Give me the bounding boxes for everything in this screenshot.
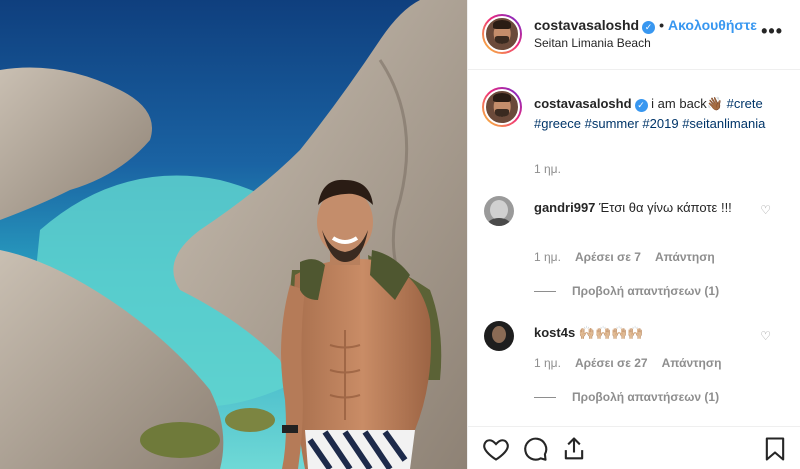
caption-text: i am back xyxy=(651,96,707,111)
comment-meta: 1 ημ. Αρέσει σε 7 Απάντηση xyxy=(534,250,729,264)
action-bar xyxy=(468,426,800,469)
comment-like-icon[interactable]: ♡ xyxy=(760,203,771,217)
comments-list: costavasaloshd ✓ i am back👋🏾 #crete #gree… xyxy=(468,71,800,426)
author-avatar[interactable] xyxy=(482,14,522,54)
view-replies-button[interactable]: Προβολή απαντήσεων (1) xyxy=(534,284,719,298)
hashtag-link[interactable]: #seitanlimania xyxy=(682,116,765,131)
follow-button[interactable]: Ακολουθήστε xyxy=(668,17,757,33)
comment-like-icon[interactable]: ♡ xyxy=(760,329,771,343)
caption-time[interactable]: 1 ημ. xyxy=(534,162,561,176)
hashtag-link[interactable]: #greece xyxy=(534,116,581,131)
author-username[interactable]: costavasaloshd xyxy=(534,17,639,33)
view-replies-button[interactable]: Προβολή απαντήσεων (1) xyxy=(534,390,719,404)
hashtag-link[interactable]: #crete xyxy=(727,96,763,111)
post-photo[interactable] xyxy=(0,0,467,469)
location-link[interactable]: Seitan Limania Beach xyxy=(534,36,651,50)
reply-button[interactable]: Απάντηση xyxy=(662,356,722,370)
beach-photo-image xyxy=(0,0,467,469)
hashtag-link[interactable]: #summer xyxy=(585,116,639,131)
separator-dot: • xyxy=(659,17,664,33)
hashtag-link[interactable]: #2019 xyxy=(642,116,678,131)
comment-meta: 1 ημ. Αρέσει σε 27 Απάντηση xyxy=(534,356,735,370)
post-header: costavasaloshd ✓ • Ακολουθήστε Seitan Liman… xyxy=(468,0,800,70)
comment-likes[interactable]: Αρέσει σε 7 xyxy=(575,250,641,264)
share-icon[interactable] xyxy=(560,435,588,463)
wave-emoji: 👋🏾 xyxy=(706,96,723,111)
caption: costavasaloshd ✓ i am back👋🏾 #crete #gree… xyxy=(534,94,784,134)
comment-text: 🙌🏼🙌🏼🙌🏼🙌🏼 xyxy=(578,325,644,340)
commenter-avatar[interactable] xyxy=(484,321,514,351)
verified-badge-icon: ✓ xyxy=(634,99,648,112)
caption-avatar[interactable] xyxy=(482,87,522,127)
comment-time[interactable]: 1 ημ. xyxy=(534,356,561,370)
more-options-icon[interactable]: ••• xyxy=(761,22,783,40)
bookmark-icon[interactable] xyxy=(761,435,789,463)
post-sidebar: costavasaloshd ✓ • Ακολουθήστε Seitan Liman… xyxy=(467,0,800,469)
comment-username[interactable]: gandri997 xyxy=(534,200,595,215)
caption-username[interactable]: costavasaloshd xyxy=(534,96,632,111)
heart-icon[interactable] xyxy=(482,435,510,463)
comment-likes[interactable]: Αρέσει σε 27 xyxy=(575,356,648,370)
comment-text: Έτσι θα γίνω κάποτε !!! xyxy=(599,200,732,215)
reply-button[interactable]: Απάντηση xyxy=(655,250,715,264)
comment-body: gandri997 Έτσι θα γίνω κάποτε !!! xyxy=(534,198,754,217)
commenter-avatar[interactable] xyxy=(484,196,514,226)
comment-username[interactable]: kost4s xyxy=(534,325,575,340)
comment-time[interactable]: 1 ημ. xyxy=(534,250,561,264)
author-username-row: costavasaloshd ✓ • Ακολουθήστε xyxy=(534,17,757,34)
comment-icon[interactable] xyxy=(521,435,549,463)
comment-body: kost4s 🙌🏼🙌🏼🙌🏼🙌🏼 xyxy=(534,323,754,342)
verified-badge-icon: ✓ xyxy=(642,21,656,34)
